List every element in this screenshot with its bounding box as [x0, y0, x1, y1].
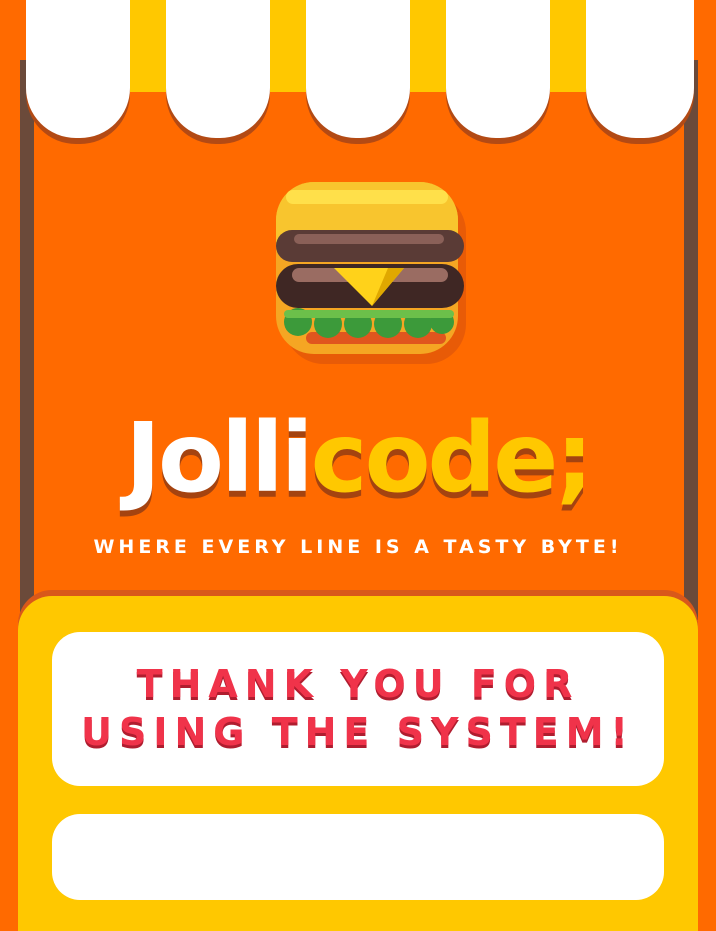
brand-name-part1: Jolli	[125, 402, 313, 514]
awning	[26, 0, 694, 140]
awning-scallop	[26, 0, 130, 138]
empty-card	[52, 814, 664, 900]
thank-you-message: THANK YOU FOR USING THE SYSTEM!	[52, 660, 664, 756]
thank-you-screen: Jollicode; WHERE EVERY LINE IS A TASTY B…	[0, 0, 716, 931]
thank-you-line2: USING THE SYSTEM!	[81, 710, 635, 754]
awning-scallop	[166, 0, 270, 138]
awning-scallop	[446, 0, 550, 138]
awning-scallop	[586, 0, 694, 138]
brand-tagline: WHERE EVERY LINE IS A TASTY BYTE!	[93, 536, 623, 558]
brand-logotype: Jollicode;	[0, 410, 716, 506]
thank-you-line1: THANK YOU FOR	[136, 662, 580, 706]
thank-you-card: THANK YOU FOR USING THE SYSTEM!	[52, 632, 664, 786]
awning-scallop	[306, 0, 410, 138]
brand-name-part2: code;	[310, 402, 594, 514]
burger-icon	[276, 182, 466, 364]
